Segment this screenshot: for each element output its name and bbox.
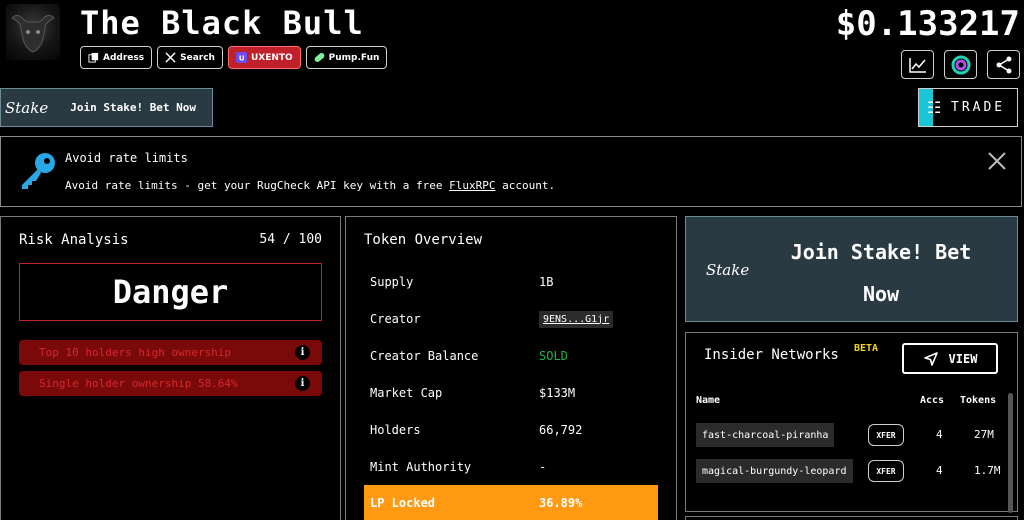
overview-value: 1B bbox=[539, 275, 554, 289]
ring-button[interactable] bbox=[944, 50, 977, 79]
insider-accs: 4 bbox=[936, 464, 943, 477]
info-icon[interactable]: i bbox=[295, 345, 310, 360]
insider-row: fast-charcoal-piranha XFER 4 27M bbox=[696, 423, 999, 451]
xfer-badge[interactable]: XFER bbox=[868, 424, 904, 446]
overview-value: 66,792 bbox=[539, 423, 583, 437]
overview-key: Creator bbox=[370, 312, 421, 326]
overview-row-mint-authority: Mint Authority - bbox=[364, 449, 658, 485]
stake-logo: Stake bbox=[5, 98, 49, 117]
overview-row-holders: Holders 66,792 bbox=[364, 412, 658, 448]
ring-logo-icon bbox=[951, 55, 970, 74]
address-chip[interactable]: Address bbox=[80, 46, 153, 69]
column-header-name: Name bbox=[696, 395, 721, 406]
overview-key: Mint Authority bbox=[370, 460, 472, 474]
close-icon[interactable] bbox=[987, 151, 1007, 171]
stake-banner-text: Join Stake! Bet Now bbox=[70, 101, 197, 114]
view-button[interactable]: VIEW bbox=[902, 343, 998, 374]
share-button[interactable] bbox=[987, 50, 1020, 79]
send-icon bbox=[923, 351, 938, 366]
insider-name[interactable]: fast-charcoal-piranha bbox=[696, 423, 835, 447]
bull-logo-icon bbox=[11, 14, 55, 53]
notice-body: Avoid rate limits - get your RugCheck AP… bbox=[65, 179, 555, 192]
chart-button[interactable] bbox=[901, 50, 934, 79]
scrollbar[interactable] bbox=[1008, 393, 1013, 513]
info-icon[interactable]: i bbox=[295, 376, 310, 391]
stake-banner-small[interactable]: Stake Join Stake! Bet Now bbox=[0, 88, 213, 127]
trade-icon bbox=[919, 89, 941, 126]
chart-icon bbox=[908, 57, 926, 73]
notice-body-prefix: Avoid rate limits - get your RugCheck AP… bbox=[65, 179, 450, 192]
rate-limit-notice: Avoid rate limits Avoid rate limits - ge… bbox=[0, 136, 1022, 207]
insider-accs: 4 bbox=[936, 428, 943, 441]
creator-address-link[interactable]: 9ENS...G1jr bbox=[539, 310, 614, 328]
overview-row-lp-locked: LP Locked 36.89% bbox=[364, 485, 658, 520]
overview-value: - bbox=[539, 460, 547, 474]
notice-title: Avoid rate limits bbox=[65, 151, 188, 165]
uxento-chip-label: UXENTO bbox=[250, 52, 293, 63]
insider-title: Insider Networks bbox=[704, 347, 839, 363]
overview-key: Supply bbox=[370, 275, 414, 289]
share-icon bbox=[996, 56, 1011, 73]
overview-title: Token Overview bbox=[364, 232, 483, 248]
risk-level: Danger bbox=[19, 263, 322, 321]
key-icon bbox=[22, 153, 55, 189]
overview-row-creator-balance: Creator Balance SOLD bbox=[364, 338, 658, 374]
address-chip-label: Address bbox=[103, 52, 145, 63]
token-price: $0.133217 bbox=[835, 4, 1020, 44]
stake-logo: Stake bbox=[706, 261, 750, 279]
token-title: The Black Bull bbox=[80, 4, 364, 42]
fluxrpc-link[interactable]: FluxRPC bbox=[449, 179, 495, 192]
overview-value: $133M bbox=[539, 386, 576, 400]
token-logo bbox=[6, 4, 60, 60]
notice-body-suffix: account. bbox=[495, 179, 556, 192]
insider-networks-panel: Insider Networks BETA VIEW Name Accs Tok… bbox=[685, 332, 1018, 513]
uxento-logo-icon: U bbox=[235, 52, 247, 63]
search-chip-label: Search bbox=[180, 52, 215, 63]
token-overview-panel: Token Overview Supply 1B Creator 9ENS...… bbox=[345, 216, 677, 520]
overview-key: Market Cap bbox=[370, 386, 443, 400]
insider-tokens: 1.7M bbox=[974, 464, 1001, 477]
trade-label: TRADE bbox=[951, 100, 1006, 115]
pumpfun-chip-label: Pump.Fun bbox=[328, 52, 380, 63]
xfer-badge[interactable]: XFER bbox=[868, 460, 904, 482]
beta-badge: BETA bbox=[854, 343, 879, 354]
column-header-accs: Accs bbox=[920, 395, 945, 406]
pill-icon bbox=[314, 52, 325, 63]
column-header-tokens: Tokens bbox=[960, 395, 997, 406]
copy-icon bbox=[88, 52, 99, 63]
risk-warning-text: Single holder ownership 58.64% bbox=[39, 377, 238, 390]
uxento-chip[interactable]: U UXENTO bbox=[227, 46, 301, 69]
header-actions bbox=[901, 50, 1020, 79]
risk-analysis-panel: Risk Analysis 54 / 100 Danger Top 10 hol… bbox=[0, 216, 341, 520]
risk-title: Risk Analysis bbox=[19, 232, 129, 248]
search-chip[interactable]: Search bbox=[157, 46, 223, 69]
pumpfun-chip[interactable]: Pump.Fun bbox=[305, 46, 388, 69]
risk-score: 54 / 100 bbox=[259, 232, 322, 247]
insider-name[interactable]: magical-burgundy-leopard bbox=[696, 459, 853, 483]
view-button-label: VIEW bbox=[948, 351, 978, 366]
overview-row-market-cap: Market Cap $133M bbox=[364, 375, 658, 411]
x-logo-icon bbox=[165, 52, 176, 63]
risk-warning: Single holder ownership 58.64% i bbox=[19, 371, 322, 396]
insider-row: magical-burgundy-leopard XFER 4 1.7M bbox=[696, 459, 1001, 487]
link-chips: Address Search U UXENTO Pump.Fun bbox=[80, 46, 388, 69]
overview-row-creator: Creator 9ENS...G1jr bbox=[364, 301, 658, 337]
next-panel-edge bbox=[685, 516, 1018, 520]
stake-banner-large-text: Join Stake! Bet Now bbox=[790, 240, 972, 306]
overview-value: SOLD bbox=[539, 349, 568, 363]
overview-row-supply: Supply 1B bbox=[364, 264, 658, 300]
trade-button[interactable]: TRADE bbox=[918, 88, 1018, 127]
risk-warning: Top 10 holders high ownership i bbox=[19, 340, 322, 365]
insider-tokens: 27M bbox=[974, 428, 994, 441]
overview-key: LP Locked bbox=[370, 496, 436, 510]
overview-key: Holders bbox=[370, 423, 421, 437]
svg-text:U: U bbox=[239, 53, 245, 62]
risk-warning-text: Top 10 holders high ownership bbox=[39, 346, 232, 359]
overview-key: Creator Balance bbox=[370, 349, 479, 363]
overview-value: 36.89% bbox=[539, 496, 583, 510]
stake-banner-large[interactable]: Stake Join Stake! Bet Now bbox=[685, 216, 1018, 322]
